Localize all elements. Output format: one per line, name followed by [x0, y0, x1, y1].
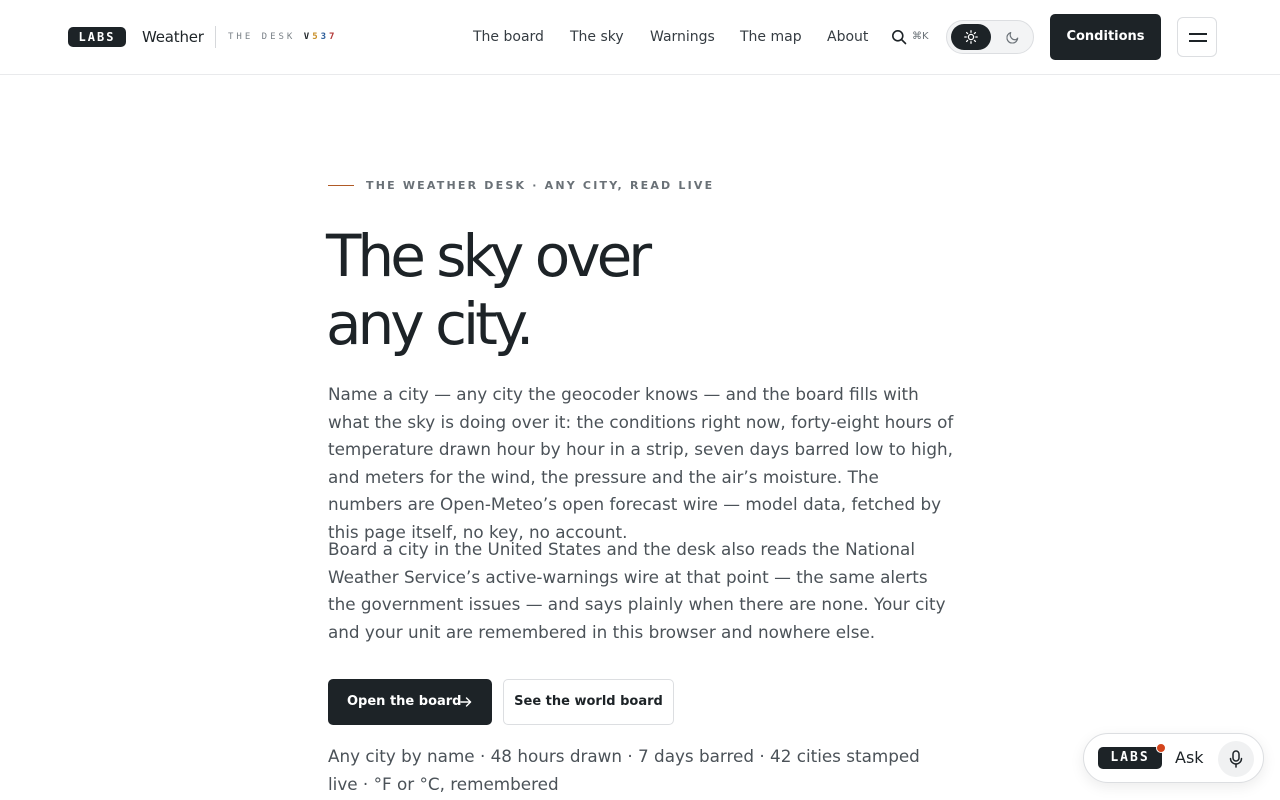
- headline-line-2: any city.: [326, 290, 534, 358]
- ask-labs-logo: LABS: [1098, 747, 1162, 769]
- moon-icon: [1006, 32, 1019, 44]
- version-v: V: [303, 32, 313, 42]
- theme-toggle[interactable]: [946, 20, 1034, 54]
- page-title: The sky over any city.: [326, 222, 946, 358]
- search-icon[interactable]: [891, 29, 907, 45]
- version-digit-5: 5: [312, 32, 321, 42]
- eyebrow-rule: [328, 185, 354, 186]
- notification-dot: [1156, 743, 1166, 753]
- brand-name[interactable]: Weather: [142, 27, 204, 47]
- open-board-label: Open the board: [347, 694, 462, 709]
- nav-the-map[interactable]: The map: [740, 28, 802, 46]
- theme-dark-option[interactable]: [995, 24, 1031, 50]
- version-digit-3: 3: [320, 32, 330, 42]
- conditions-button[interactable]: Conditions: [1050, 14, 1161, 60]
- features-summary: Any city by name · 48 hours drawn · 7 da…: [328, 746, 920, 794]
- intro-paragraph: Name a city — any city the geocoder know…: [328, 384, 954, 542]
- nav-the-sky[interactable]: The sky: [570, 28, 624, 46]
- menu-button[interactable]: [1177, 17, 1217, 57]
- microphone-icon: [1229, 750, 1243, 768]
- nav-the-board[interactable]: The board: [473, 28, 544, 46]
- microphone-button[interactable]: [1218, 741, 1254, 777]
- warnings-paragraph: Board a city in the United States and th…: [328, 539, 946, 642]
- sun-icon: [964, 30, 978, 44]
- nav-warnings[interactable]: Warnings: [650, 28, 715, 46]
- desk-tag: THE DESK V537: [228, 31, 337, 43]
- world-board-button[interactable]: See the world board: [503, 679, 674, 725]
- nav-about[interactable]: About: [827, 28, 868, 46]
- ask-widget[interactable]: LABS Ask: [1083, 733, 1264, 783]
- theme-light-option[interactable]: [951, 24, 991, 50]
- open-board-button[interactable]: Open the board: [328, 679, 492, 725]
- menu-icon-bar-top: [1189, 33, 1207, 35]
- search-shortcut: ⌘K: [912, 31, 929, 42]
- desk-version: V537: [304, 32, 338, 42]
- brand-divider: [215, 26, 216, 48]
- headline-line-1: The sky over: [326, 222, 652, 290]
- labs-logo[interactable]: LABS: [68, 27, 126, 47]
- desk-tag-label: THE DESK: [228, 32, 296, 42]
- version-digit-7: 7: [329, 32, 338, 42]
- arrow-right-icon: [460, 697, 472, 707]
- menu-icon-bar-bottom: [1189, 40, 1207, 42]
- site-header: LABS Weather THE DESK V537 The board The…: [0, 0, 1280, 75]
- ask-label: Ask: [1175, 748, 1204, 767]
- eyebrow-text: THE WEATHER DESK · ANY CITY, READ LIVE: [366, 179, 715, 192]
